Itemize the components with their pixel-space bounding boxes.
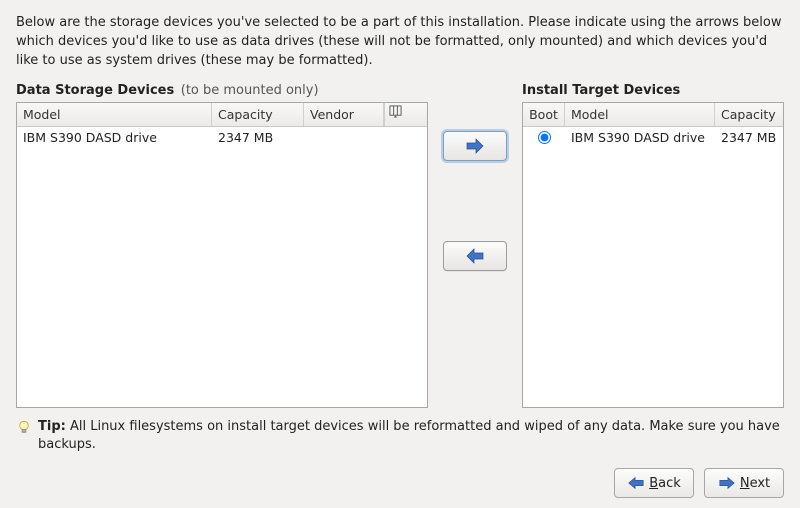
col-vendor-header[interactable]: Vendor <box>304 103 384 126</box>
next-button-label: Next <box>740 476 770 491</box>
table-row[interactable]: IBM S390 DASD drive 2347 MB <box>523 127 783 149</box>
table-row[interactable]: IBM S390 DASD drive 2347 MB <box>17 127 427 149</box>
arrow-right-icon <box>718 476 736 490</box>
intro-text: Below are the storage devices you've sel… <box>16 14 784 71</box>
data-storage-header-row: Model Capacity Vendor <box>17 103 427 127</box>
columns-icon <box>389 105 402 118</box>
col-capacity-header[interactable]: Capacity <box>715 103 781 126</box>
data-storage-panel: Data Storage Devices (to be mounted only… <box>16 83 428 408</box>
move-right-button[interactable] <box>443 131 507 161</box>
data-storage-title: Data Storage Devices (to be mounted only… <box>16 83 428 98</box>
tip-label: Tip: <box>38 419 66 434</box>
install-target-panel: Install Target Devices Boot Model Capaci… <box>522 83 784 408</box>
column-chooser-button[interactable] <box>384 103 406 126</box>
boot-radio[interactable] <box>538 131 551 144</box>
install-target-table: Boot Model Capacity IBM S390 DASD drive … <box>522 102 784 408</box>
install-target-body[interactable]: IBM S390 DASD drive 2347 MB <box>523 127 783 407</box>
col-capacity-header[interactable]: Capacity <box>212 103 304 126</box>
arrow-right-icon <box>465 137 485 155</box>
install-target-header-row: Boot Model Capacity <box>523 103 783 127</box>
arrow-left-icon <box>465 247 485 265</box>
move-left-button[interactable] <box>443 241 507 271</box>
next-button[interactable]: Next <box>704 468 784 498</box>
cell-model: IBM S390 DASD drive <box>17 128 212 147</box>
data-storage-body[interactable]: IBM S390 DASD drive 2347 MB <box>17 127 427 407</box>
cell-boot[interactable] <box>523 129 565 146</box>
transfer-buttons <box>428 83 522 408</box>
col-model-header[interactable]: Model <box>565 103 715 126</box>
back-button[interactable]: Back <box>614 468 694 498</box>
install-target-title: Install Target Devices <box>522 83 784 98</box>
tip-row: Tip: All Linux filesystems on install ta… <box>16 418 784 454</box>
lightbulb-icon <box>16 419 32 441</box>
col-model-header[interactable]: Model <box>17 103 212 126</box>
data-storage-title-text: Data Storage Devices <box>16 83 174 98</box>
footer-nav: Back Next <box>16 468 784 498</box>
tip-text: Tip: All Linux filesystems on install ta… <box>38 418 784 454</box>
back-button-label: Back <box>649 476 681 491</box>
data-storage-table: Model Capacity Vendor IBM S390 <box>16 102 428 408</box>
data-storage-subtitle: (to be mounted only) <box>181 83 319 98</box>
arrow-left-icon <box>627 476 645 490</box>
cell-vendor <box>304 136 384 140</box>
tip-body: All Linux filesystems on install target … <box>38 419 780 452</box>
cell-model: IBM S390 DASD drive <box>565 128 715 147</box>
device-assignment-area: Data Storage Devices (to be mounted only… <box>16 83 784 408</box>
col-boot-header[interactable]: Boot <box>523 103 565 126</box>
cell-capacity: 2347 MB <box>212 128 304 147</box>
cell-capacity: 2347 MB <box>715 128 781 147</box>
install-target-title-text: Install Target Devices <box>522 83 680 98</box>
